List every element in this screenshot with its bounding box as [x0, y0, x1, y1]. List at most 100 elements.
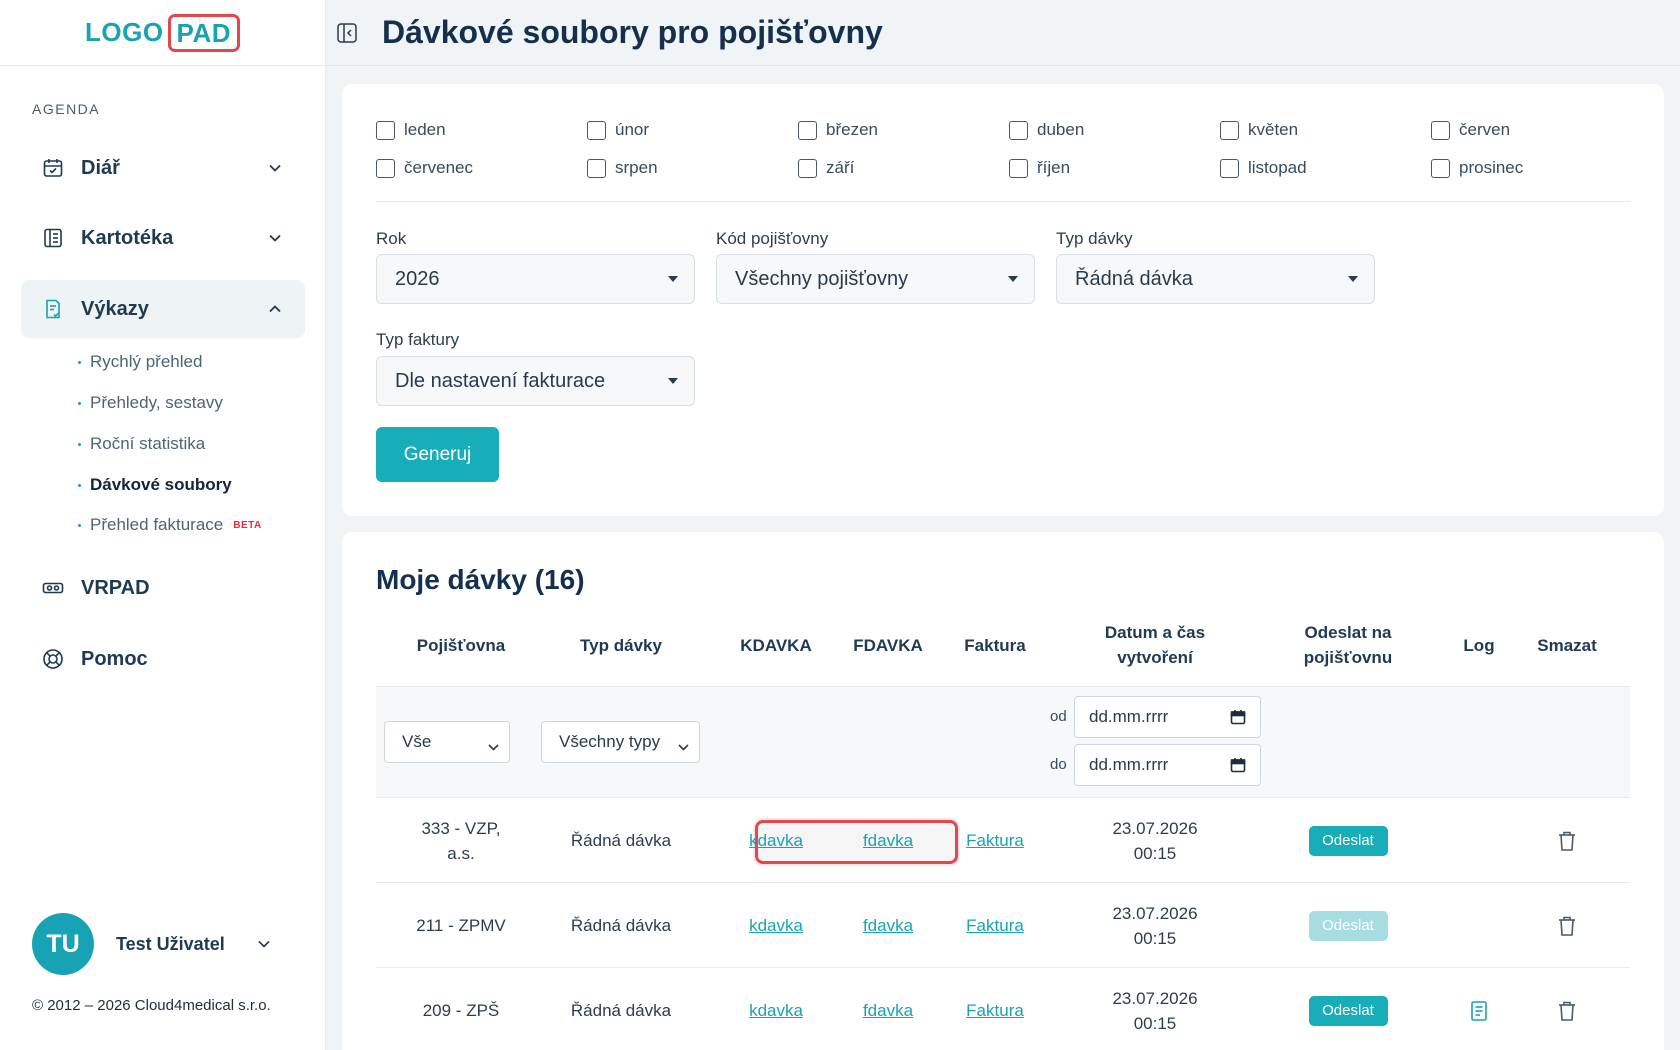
sidebar-subitem-prehled-fakturace[interactable]: Přehled fakturace BETA	[78, 515, 262, 535]
invoice-link[interactable]: Faktura	[966, 913, 1024, 938]
table-filter-row: Vše Všechny typy od dd.mm.rrrr do dd.mm.…	[376, 686, 1630, 798]
logo-text-main: LOGO	[84, 17, 164, 47]
insurer-filter-select[interactable]: Vše	[384, 721, 510, 763]
kdavka-link[interactable]: kdavka	[749, 913, 803, 938]
sidebar-item-vykazy[interactable]: Výkazy	[21, 280, 305, 338]
collapse-sidebar-icon[interactable]	[336, 22, 358, 44]
checkbox[interactable]	[376, 158, 395, 178]
checkbox[interactable]	[1009, 120, 1028, 140]
caret-down-icon	[1008, 276, 1018, 282]
fdavka-link[interactable]: fdavka	[863, 913, 913, 938]
checkbox[interactable]	[587, 120, 606, 140]
chevron-down-icon	[678, 736, 689, 756]
month-label: leden	[404, 120, 446, 139]
month-checkbox[interactable]: říjen	[1009, 158, 1070, 178]
invoice-type-label: Typ faktury	[376, 330, 460, 349]
calendar-icon	[41, 156, 65, 180]
chevron-up-icon	[267, 301, 283, 317]
batch-type-filter-select[interactable]: Všechny typy	[541, 721, 700, 763]
insurer-code-select[interactable]: Všechny pojišťovny	[716, 254, 1035, 304]
month-checkbox[interactable]: září	[798, 158, 854, 178]
sidebar-subitem-rocni-statistika[interactable]: Roční statistika	[78, 434, 205, 454]
month-label: listopad	[1248, 158, 1307, 177]
page-header: Dávkové soubory pro pojišťovny	[326, 0, 1680, 66]
table-row: 211 - ZPMV Řádná dávka kdavka fdavka Fak…	[376, 883, 1630, 968]
caret-down-icon	[1348, 276, 1358, 282]
month-checkbox[interactable]: listopad	[1220, 158, 1307, 178]
sidebar-item-diar[interactable]: Diář	[21, 139, 305, 197]
sidebar-item-vrpad[interactable]: VRPAD	[21, 559, 305, 617]
checkbox[interactable]	[587, 158, 606, 178]
invoice-link[interactable]: Faktura	[966, 828, 1024, 853]
month-checkbox[interactable]: únor	[587, 120, 649, 140]
checkbox[interactable]	[1431, 158, 1450, 178]
logo[interactable]: LOGO PAD	[84, 13, 241, 52]
sidebar-subitem-davkove-soubory[interactable]: Dávkové soubory	[78, 475, 232, 495]
month-checkbox[interactable]: květen	[1220, 120, 1298, 140]
batch-type-select[interactable]: Řádná dávka	[1056, 254, 1375, 304]
month-checkbox[interactable]: červenec	[376, 158, 473, 178]
book-icon	[41, 226, 65, 250]
sidebar-item-kartoteka[interactable]: Kartotéka	[21, 209, 305, 267]
year-select[interactable]: 2026	[376, 254, 695, 304]
column-header-kdavka: KDAVKA	[740, 635, 812, 655]
date-from-label: od	[1050, 708, 1067, 725]
checkbox[interactable]	[798, 120, 817, 140]
checkbox[interactable]	[376, 120, 395, 140]
month-label: srpen	[615, 158, 658, 177]
trash-icon[interactable]	[1557, 915, 1577, 937]
calendar-icon[interactable]	[1230, 757, 1246, 778]
log-document-icon[interactable]	[1469, 1000, 1489, 1022]
calendar-icon[interactable]	[1230, 709, 1246, 730]
month-checkbox[interactable]: leden	[376, 120, 446, 140]
batches-title: Moje dávky (16)	[376, 564, 585, 595]
sidebar-item-pomoc[interactable]: Pomoc	[21, 630, 305, 688]
trash-icon[interactable]	[1557, 1000, 1577, 1022]
kdavka-cell: kdavka	[716, 798, 836, 883]
kdavka-link[interactable]: kdavka	[749, 998, 803, 1023]
invoice-link[interactable]: Faktura	[966, 998, 1024, 1023]
checkbox[interactable]	[1220, 120, 1239, 140]
sidebar-subitem-rychly-prehled[interactable]: Rychlý přehled	[78, 352, 202, 372]
insurer-select-value: Všechny pojišťovny	[735, 267, 909, 290]
bullet-icon	[78, 523, 81, 527]
checkbox[interactable]	[1220, 158, 1239, 178]
invoice-type-select[interactable]: Dle nastavení fakturace	[376, 356, 695, 406]
checkbox[interactable]	[1431, 120, 1450, 140]
date-from-input[interactable]: dd.mm.rrrr	[1074, 696, 1261, 738]
send-button[interactable]: Odeslat	[1308, 825, 1388, 856]
month-checkbox[interactable]: březen	[798, 120, 878, 140]
invoice-type-select-value: Dle nastavení fakturace	[395, 369, 606, 392]
batch-generator-form: leden únor březen duben květen červen če…	[342, 84, 1664, 516]
sidebar-subitem-prehledy-sestavy[interactable]: Přehledy, sestavy	[78, 393, 223, 413]
fdavka-link[interactable]: fdavka	[863, 998, 913, 1023]
send-button[interactable]: Odeslat	[1308, 995, 1388, 1026]
fdavka-cell: fdavka	[836, 883, 940, 968]
fdavka-link[interactable]: fdavka	[863, 828, 913, 853]
caret-down-icon	[668, 378, 678, 384]
checkbox[interactable]	[798, 158, 817, 178]
column-header-line: pojišťovnu	[1303, 648, 1393, 667]
month-checkbox[interactable]: srpen	[587, 158, 658, 178]
avatar: TU	[32, 913, 94, 975]
trash-icon[interactable]	[1557, 830, 1577, 852]
column-header-invoice: Faktura	[964, 635, 1026, 655]
month-checkbox[interactable]: červen	[1431, 120, 1510, 140]
checkbox[interactable]	[1009, 158, 1028, 178]
generate-button[interactable]: Generuj	[376, 427, 499, 482]
user-menu[interactable]: TU Test Uživatel	[32, 913, 294, 975]
date-to-input[interactable]: dd.mm.rrrr	[1074, 744, 1261, 786]
insurer-cell: 209 - ZPŠ	[422, 1001, 500, 1020]
chevron-down-icon	[258, 935, 270, 953]
send-cell: Odeslat	[1260, 798, 1436, 883]
month-checkbox[interactable]: prosinec	[1431, 158, 1523, 178]
invoice-cell: Faktura	[940, 798, 1050, 883]
batch-type-label: Typ dávky	[1056, 229, 1133, 248]
month-checkbox[interactable]: duben	[1009, 120, 1084, 140]
date-to-label: do	[1050, 756, 1067, 773]
sidebar-subitem-label: Rychlý přehled	[90, 352, 203, 371]
kdavka-link[interactable]: kdavka	[749, 828, 803, 853]
sidebar-item-label: Pomoc	[81, 647, 148, 670]
created-cell: 23.07.2026 00:15	[1050, 798, 1260, 883]
delete-cell	[1522, 883, 1612, 968]
